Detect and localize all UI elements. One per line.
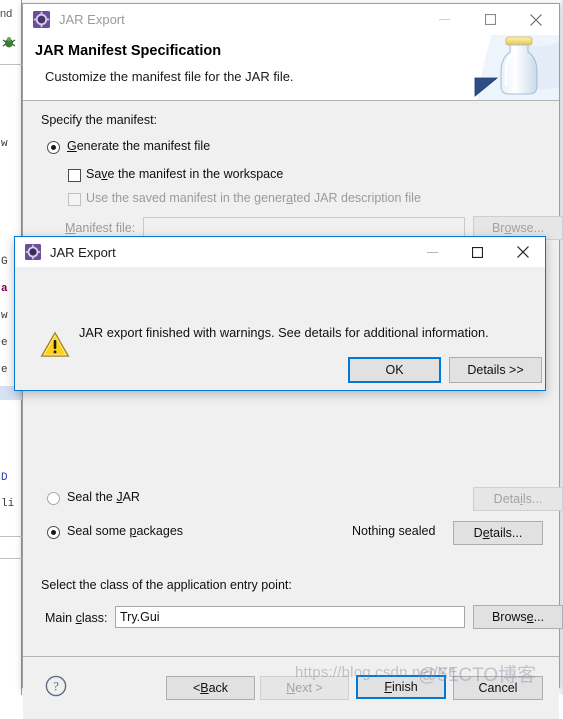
dialog-body: JAR export finished with warnings. See d…	[15, 267, 545, 391]
finish-button[interactable]: Finish	[356, 675, 446, 699]
page-title: JAR Manifest Specification	[35, 43, 221, 59]
entry-point-section-label: Select the class of the application entr…	[41, 578, 292, 592]
jar-export-icon	[25, 244, 41, 260]
minimize-button[interactable]	[421, 4, 467, 35]
dialog-ok-button[interactable]: OK	[348, 357, 441, 383]
generate-manifest-label: Generate the manifest file	[67, 139, 210, 153]
close-button[interactable]	[513, 4, 559, 35]
close-icon	[530, 14, 542, 26]
jar-export-warning-dialog: JAR Export	[14, 236, 546, 391]
next-button: Next >	[260, 676, 349, 700]
use-saved-manifest-label: Use the saved manifest in the generated …	[86, 191, 421, 205]
background-code-line: li	[1, 498, 21, 510]
seal-jar-label: Seal the JAR	[67, 490, 140, 504]
maximize-icon	[472, 247, 483, 258]
manifest-section-label: Specify the manifest:	[41, 113, 157, 127]
wizard-window-controls	[421, 4, 559, 35]
dialog-message: JAR export finished with warnings. See d…	[79, 325, 489, 340]
dialog-details-button[interactable]: Details >>	[449, 357, 542, 383]
main-class-label: Main class:	[45, 611, 108, 625]
svg-text:?: ?	[53, 680, 59, 694]
dialog-window-controls	[410, 237, 545, 267]
dialog-minimize-button[interactable]	[410, 237, 455, 267]
page-subtitle: Customize the manifest file for the JAR …	[45, 69, 294, 84]
background-tab-label: nd	[0, 8, 12, 20]
jar-bottle-icon	[463, 35, 559, 101]
warning-triangle-icon	[39, 329, 71, 359]
jar-export-icon	[33, 11, 50, 28]
background-code-line: D	[1, 472, 21, 484]
dialog-title: JAR Export	[50, 245, 116, 260]
wizard-header: JAR Manifest Specification Customize the…	[23, 35, 559, 101]
seal-packages-radio[interactable]	[47, 526, 60, 539]
wizard-title: JAR Export	[59, 12, 125, 27]
main-class-browse-button[interactable]: Browse...	[473, 605, 563, 629]
seal-jar-details-button: Details...	[473, 487, 563, 511]
seal-jar-radio[interactable]	[47, 492, 60, 505]
dialog-close-button[interactable]	[500, 237, 545, 267]
use-saved-manifest-checkbox	[68, 193, 81, 206]
wizard-footer: ? < Back Next > Finish Cancel	[23, 657, 559, 719]
help-question-icon[interactable]: ?	[45, 675, 67, 697]
save-manifest-label: Save the manifest in the workspace	[86, 167, 283, 181]
seal-status-label: Nothing sealed	[352, 524, 435, 538]
minimize-icon	[439, 14, 450, 25]
maximize-button[interactable]	[467, 4, 513, 35]
dialog-maximize-button[interactable]	[455, 237, 500, 267]
dialog-titlebar[interactable]: JAR Export	[15, 237, 545, 267]
close-icon	[517, 246, 529, 258]
wizard-titlebar[interactable]: JAR Export	[23, 4, 559, 35]
save-manifest-checkbox[interactable]	[68, 169, 81, 182]
main-class-input[interactable]: Try.Gui	[115, 606, 465, 628]
generate-manifest-radio[interactable]	[47, 141, 60, 154]
background-bug-icon	[2, 36, 16, 49]
minimize-icon	[427, 247, 438, 258]
seal-packages-label: Seal some packages	[67, 524, 183, 538]
manifest-file-label: Manifest file:	[65, 221, 135, 235]
background-code-line: w	[1, 138, 21, 150]
cancel-button[interactable]: Cancel	[453, 676, 543, 700]
back-button[interactable]: < Back	[166, 676, 255, 700]
seal-packages-details-button[interactable]: Details...	[453, 521, 543, 545]
maximize-icon	[485, 14, 496, 25]
